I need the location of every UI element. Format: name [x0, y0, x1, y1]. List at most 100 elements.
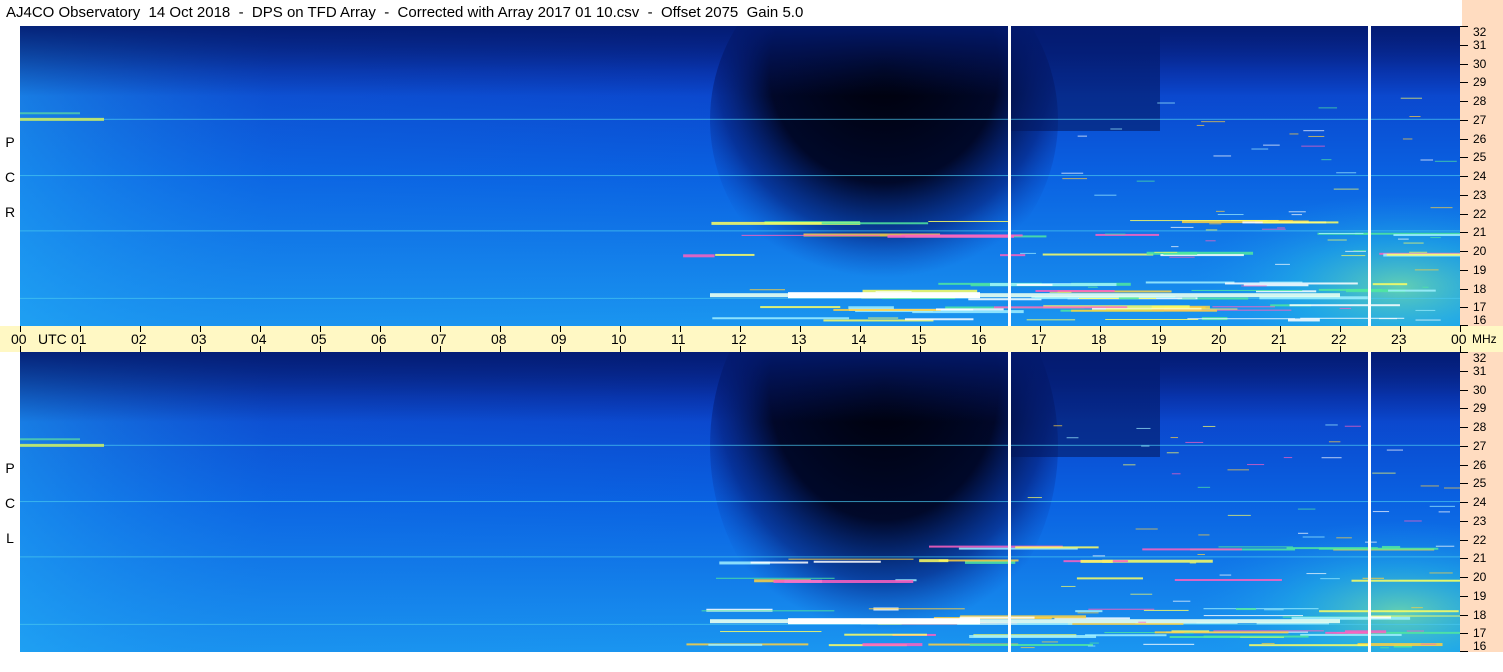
- rfi-streak: [1380, 647, 1389, 649]
- rfi-streak: [683, 254, 715, 258]
- rfi-streak: [1336, 537, 1352, 539]
- rfi-streak: [1020, 252, 1037, 254]
- mhz-tick: [1460, 464, 1468, 466]
- rfi-streak: [969, 635, 1097, 639]
- rfi-streak: [1215, 210, 1225, 212]
- rfi-streak: [1415, 309, 1436, 311]
- rfi-streak: [1189, 562, 1197, 564]
- mhz-tick: [1460, 577, 1468, 578]
- mhz-tick-label: 26: [1473, 457, 1487, 472]
- pol-letter: P: [5, 460, 15, 476]
- mhz-tick: [1460, 483, 1468, 485]
- rfi-streak: [1143, 609, 1189, 611]
- rfi-streak: [20, 117, 104, 121]
- rfi-streak: [1171, 246, 1179, 248]
- rfi-streak: [1325, 631, 1369, 634]
- lcp-spectrogram-plot: [20, 352, 1460, 652]
- rfi-streak: [1105, 233, 1126, 235]
- rfi-streak: [1308, 135, 1325, 137]
- rfi-streak: [1298, 532, 1309, 534]
- rfi-streak: [813, 560, 881, 563]
- rfi-streak: [20, 443, 104, 447]
- utc-tick-label: 01: [71, 331, 87, 347]
- rfi-streak: [1095, 233, 1160, 236]
- mhz-unit-label: MHz: [1472, 332, 1497, 346]
- rfi-streak: [1182, 297, 1196, 299]
- mhz-tick-label: 26: [1473, 131, 1487, 146]
- rfi-streak: [904, 318, 974, 321]
- interference-line: [20, 556, 1460, 558]
- mhz-tick-label: 29: [1473, 75, 1487, 90]
- pol-letter: P: [5, 134, 15, 150]
- rfi-streak: [1026, 319, 1076, 321]
- rfi-streak: [20, 438, 80, 441]
- interference-line: [20, 118, 1460, 120]
- rfi-streak: [1184, 632, 1194, 634]
- rcp-label-bar: R C P: [0, 26, 20, 326]
- rfi-streak: [1288, 211, 1306, 213]
- mhz-tick-label: 18: [1473, 607, 1487, 622]
- rfi-streak: [1336, 172, 1357, 174]
- rfi-streak: [1277, 227, 1285, 229]
- rfi-streak: [715, 577, 835, 579]
- mhz-tick-label: 20: [1473, 244, 1487, 258]
- rfi-streak: [821, 222, 929, 225]
- rfi-streak: [1444, 487, 1460, 489]
- rfi-streak: [1227, 514, 1251, 516]
- rfi-streak: [1411, 607, 1423, 609]
- mhz-tick: [1460, 63, 1468, 65]
- mhz-tick: [1460, 44, 1468, 46]
- mhz-tick-label: 23: [1473, 513, 1487, 528]
- rfi-streak: [1261, 228, 1286, 230]
- mhz-tick-label: 16: [1473, 313, 1487, 327]
- mhz-tick: [1460, 232, 1468, 234]
- chart-title: AJ4CO Observatory 14 Oct 2018 - DPS on T…: [0, 0, 1462, 26]
- rfi-streak: [1166, 452, 1179, 454]
- rfi-streak: [1333, 632, 1346, 634]
- rfi-streak: [1185, 441, 1204, 443]
- rfi-streak: [1141, 445, 1150, 447]
- rfi-streak: [1381, 545, 1401, 549]
- rfi-streak: [1138, 621, 1147, 623]
- axis-corner: [1462, 0, 1503, 26]
- calibration-gap: [1368, 26, 1371, 326]
- utc-tick-label: 18: [1091, 331, 1107, 347]
- rfi-streak: [1015, 546, 1099, 549]
- mhz-tick-label: 24: [1473, 495, 1487, 509]
- rfi-streak: [1249, 644, 1370, 647]
- rfi-streak: [919, 559, 949, 563]
- mhz-tick-label: 23: [1473, 187, 1487, 202]
- rfi-streak: [1386, 449, 1403, 451]
- rfi-streak: [1430, 237, 1441, 239]
- rfi-streak: [1201, 121, 1226, 123]
- rfi-streak: [1251, 148, 1269, 150]
- interference-line: [20, 444, 1460, 446]
- rfi-streak: [1080, 559, 1113, 563]
- mhz-tick-label: 16: [1473, 639, 1487, 653]
- rfi-streak: [20, 112, 80, 115]
- utc-tick-label: 00: [1451, 331, 1467, 347]
- mhz-tick-label: 21: [1473, 551, 1487, 566]
- rfi-streak: [1123, 464, 1136, 466]
- rfi-streak: [1170, 437, 1179, 439]
- rfi-streak: [750, 561, 809, 564]
- rfi-streak: [1094, 194, 1117, 196]
- utc-tick-label: 05: [311, 331, 327, 347]
- rfi-streak: [1319, 610, 1459, 613]
- rfi-streak: [1372, 472, 1396, 474]
- rfi-streak: [1154, 631, 1289, 634]
- rfi-streak: [1275, 263, 1290, 265]
- utc-tick-label: 19: [1151, 331, 1167, 347]
- rfi-streak: [1213, 155, 1232, 157]
- mhz-tick-label: 22: [1473, 206, 1487, 221]
- rcp-spectrogram-plot: [20, 26, 1460, 326]
- rfi-streak: [1145, 281, 1235, 284]
- rfi-streak: [1429, 505, 1455, 507]
- mhz-tick-label: 18: [1473, 281, 1487, 296]
- rfi-streak: [1289, 304, 1400, 307]
- rfi-streak: [1034, 297, 1078, 300]
- rfi-streak: [1169, 256, 1195, 258]
- rfi-streak: [1402, 138, 1413, 140]
- mhz-tick-label: 27: [1473, 438, 1487, 453]
- rfi-streak: [1205, 240, 1216, 242]
